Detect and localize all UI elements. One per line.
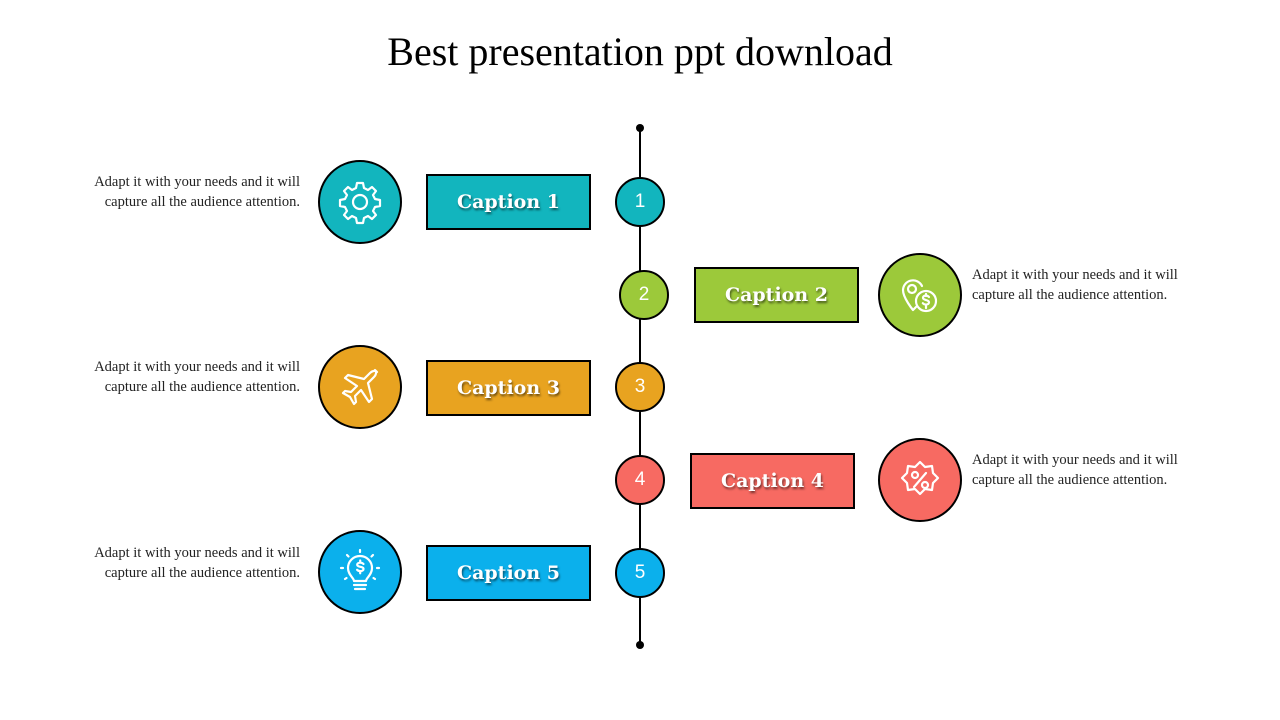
step-caption: Caption 3 <box>426 360 591 416</box>
step-icon-circle <box>878 253 962 337</box>
gear-icon <box>338 181 382 225</box>
step-description: Adapt it with your needs and it will cap… <box>972 267 1178 303</box>
location-dollar-icon <box>901 279 938 313</box>
airplane-icon <box>341 368 379 406</box>
step-description: Adapt it with your needs and it will cap… <box>972 452 1178 488</box>
slide-title: Best presentation ppt download <box>387 29 893 74</box>
step-number-badge: 2 <box>619 270 669 320</box>
lightbulb-dollar-icon <box>339 548 381 591</box>
timeline-end-dot <box>636 641 644 649</box>
step-icon-circle <box>318 345 402 429</box>
step-description: Adapt it with your needs and it will cap… <box>94 359 300 395</box>
step-icon-circle <box>318 160 402 244</box>
step-number-badge: 4 <box>615 455 665 505</box>
step-caption: Caption 1 <box>426 174 591 230</box>
step-description: Adapt it with your needs and it will cap… <box>94 545 300 581</box>
discount-badge-icon <box>900 460 940 496</box>
step-icon-circle <box>318 530 402 614</box>
timeline-start-dot <box>636 124 644 132</box>
step-caption: Caption 4 <box>690 453 855 509</box>
step-number-badge: 3 <box>615 362 665 412</box>
step-description: Adapt it with your needs and it will cap… <box>94 174 300 210</box>
step-caption: Caption 5 <box>426 545 591 601</box>
step-icon-circle <box>878 438 962 522</box>
step-number-badge: 1 <box>615 177 665 227</box>
step-number-badge: 5 <box>615 548 665 598</box>
step-caption: Caption 2 <box>694 267 859 323</box>
